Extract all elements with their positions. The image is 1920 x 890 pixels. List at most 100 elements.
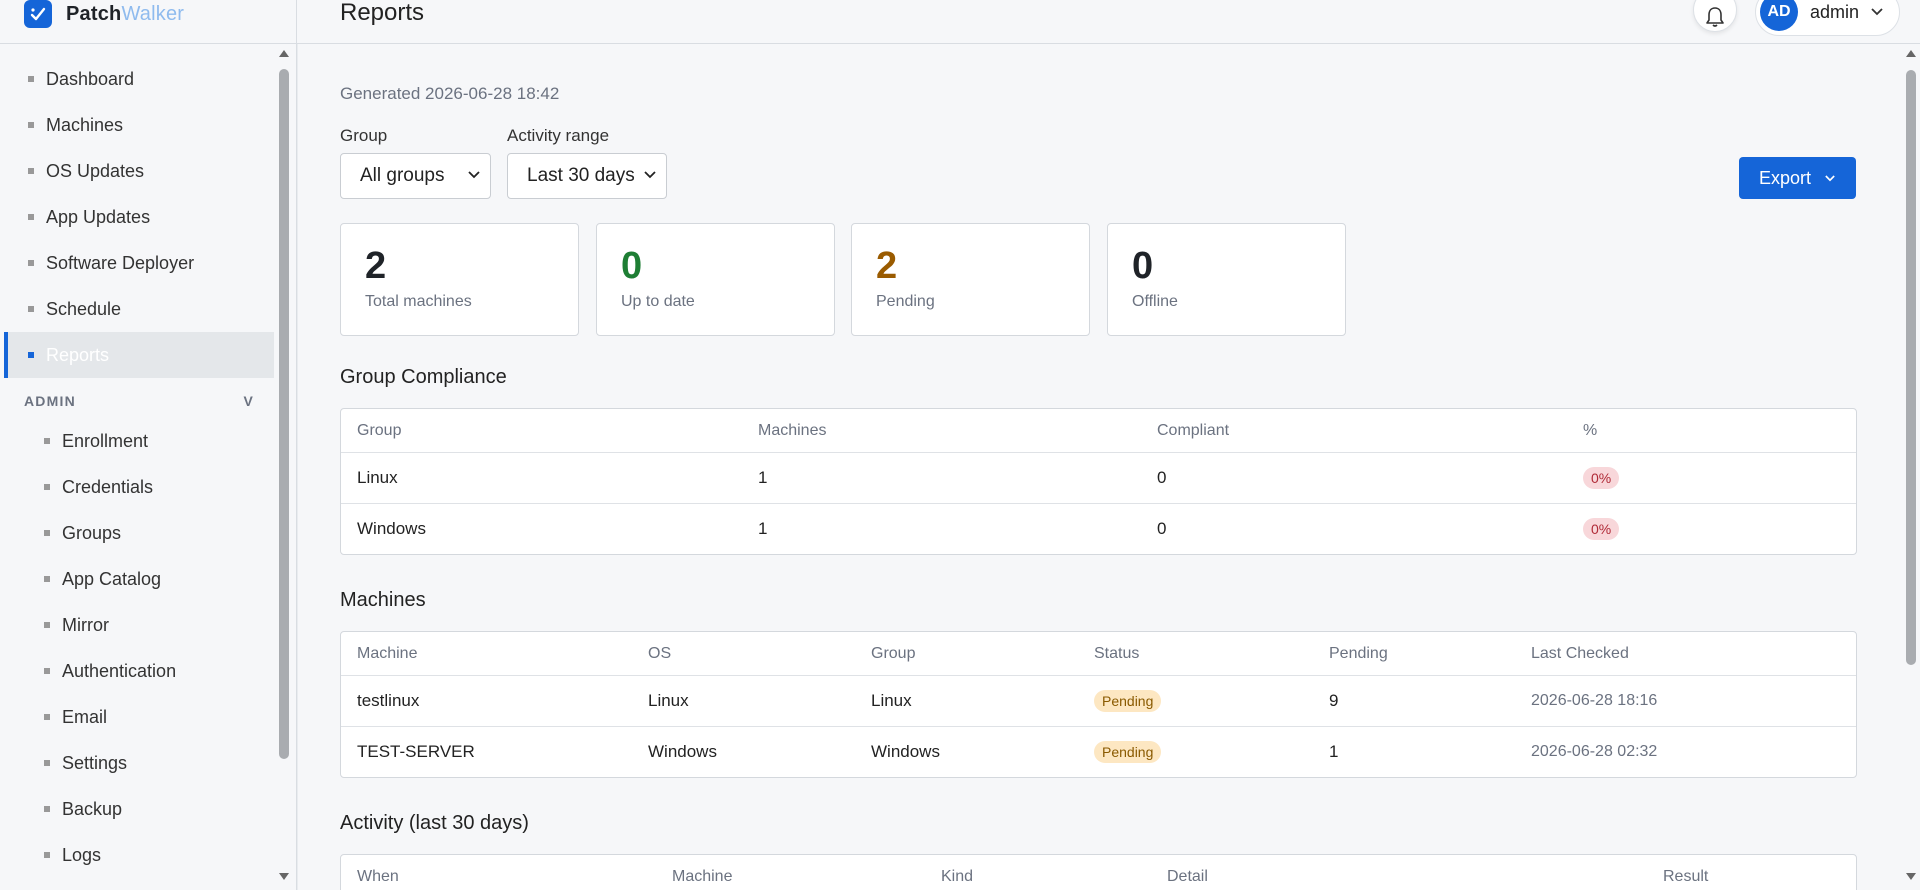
scroll-up-arrow-icon[interactable]	[279, 50, 289, 57]
stat-label: Up to date	[621, 293, 695, 310]
column-header[interactable]: Kind	[941, 855, 973, 890]
brand[interactable]: PatchWalker	[0, 0, 297, 44]
percent-cell: 0%	[1583, 453, 1620, 503]
admin-section-label: ADMIN	[24, 393, 76, 409]
column-header[interactable]: Last Checked	[1531, 632, 1629, 675]
sidebar-item-label: Mirror	[62, 614, 109, 635]
sidebar-item-dashboard[interactable]: Dashboard	[4, 56, 274, 102]
sidebar-item-label: Reports	[46, 344, 110, 365]
sidebar-item-schedule[interactable]: Schedule	[4, 286, 274, 332]
column-header[interactable]: Group	[871, 632, 915, 675]
column-header[interactable]: Machine	[357, 632, 417, 675]
sidebar: Dashboard Machines OS Updates App Update…	[0, 44, 297, 890]
sidebar-scrollbar[interactable]	[276, 44, 292, 890]
status-badge: Pending	[1094, 690, 1162, 712]
table-header-row: Machine OS Group Status Pending Last Che…	[341, 632, 1856, 675]
group-cell: Windows	[871, 742, 940, 761]
bullet-icon	[28, 122, 34, 128]
sidebar-item-email[interactable]: Email	[4, 694, 274, 740]
sidebar-item-label: App Updates	[46, 206, 151, 227]
patchwalker-logo-icon	[24, 0, 52, 28]
machine-name-link[interactable]: testlinux	[357, 676, 419, 726]
machines-cell: 1	[758, 468, 768, 487]
export-button-label: Export	[1759, 167, 1812, 188]
bullet-icon	[28, 306, 34, 312]
table-row[interactable]: testlinux Linux Linux Pending 9 2026-06-…	[341, 675, 1856, 726]
machine-name-link[interactable]: TEST-SERVER	[357, 727, 475, 777]
column-header[interactable]: Status	[1094, 632, 1139, 675]
table-header-row: Group Machines Compliant %	[341, 409, 1856, 452]
table-row[interactable]: Linux 1 0 0%	[341, 452, 1856, 503]
column-header[interactable]: Compliant	[1157, 409, 1229, 452]
column-header[interactable]: OS	[648, 632, 671, 675]
status-cell: Pending	[1094, 727, 1162, 777]
compliant-cell: 0	[1157, 468, 1167, 487]
stat-card-up-to-date: 0 Up to date	[596, 223, 835, 336]
bullet-icon	[28, 168, 34, 174]
column-header[interactable]: Result	[1663, 855, 1708, 890]
table-row[interactable]: TEST-SERVER Windows Windows Pending 1 20…	[341, 726, 1856, 777]
admin-section-header[interactable]: ADMIN V	[24, 393, 254, 409]
stat-label: Total machines	[365, 293, 472, 310]
sidebar-item-label: Dashboard	[46, 68, 135, 89]
sidebar-item-logs[interactable]: Logs	[4, 832, 274, 878]
os-cell: Linux	[648, 691, 689, 710]
activity-title: Activity (last 30 days)	[340, 812, 529, 834]
bullet-icon	[28, 76, 34, 82]
main-scrollbar-thumb[interactable]	[1906, 70, 1916, 665]
chevron-down-icon	[644, 171, 656, 179]
last-checked-cell: 2026-06-28 02:32	[1531, 743, 1658, 760]
brand-name-part2: Walker	[121, 2, 185, 25]
bullet-icon	[28, 352, 34, 358]
sidebar-item-reports[interactable]: Reports	[4, 332, 274, 378]
percent-cell: 0%	[1583, 504, 1620, 554]
sidebar-item-backup[interactable]: Backup	[4, 786, 274, 832]
column-header[interactable]: Detail	[1167, 855, 1208, 890]
table-row[interactable]: Windows 1 0 0%	[341, 503, 1856, 554]
sidebar-item-label: OS Updates	[46, 160, 145, 181]
status-cell: Pending	[1094, 676, 1162, 726]
sidebar-item-settings[interactable]: Settings	[4, 740, 274, 786]
sidebar-item-software-deployer[interactable]: Software Deployer	[4, 240, 274, 286]
sidebar-item-label: Groups	[62, 522, 122, 543]
user-name: admin	[1810, 1, 1860, 22]
sidebar-item-enrollment[interactable]: Enrollment	[4, 418, 274, 464]
sidebar-item-mirror[interactable]: Mirror	[4, 602, 274, 648]
sidebar-item-groups[interactable]: Groups	[4, 510, 274, 556]
sidebar-item-label: App Catalog	[62, 568, 162, 589]
scroll-down-arrow-icon[interactable]	[279, 873, 289, 880]
sidebar-item-label: Logs	[62, 844, 102, 865]
sidebar-item-machines[interactable]: Machines	[4, 102, 274, 148]
user-menu-button[interactable]: AD admin	[1755, 0, 1900, 36]
sidebar-item-os-updates[interactable]: OS Updates	[4, 148, 274, 194]
column-header[interactable]: Group	[357, 409, 401, 452]
sidebar-item-app-catalog[interactable]: App Catalog	[4, 556, 274, 602]
group-filter-label: Group	[340, 126, 388, 145]
export-button[interactable]: Export	[1739, 157, 1856, 199]
column-header[interactable]: Machines	[758, 409, 826, 452]
bullet-icon	[44, 714, 50, 720]
chevron-down-icon	[1871, 8, 1883, 16]
group-select[interactable]: All groups	[340, 153, 491, 199]
notifications-button[interactable]	[1693, 0, 1737, 32]
column-header[interactable]: Pending	[1329, 632, 1388, 675]
sidebar-scrollbar-thumb[interactable]	[279, 69, 289, 759]
sidebar-item-label: Backup	[62, 798, 123, 819]
group-cell: Windows	[357, 519, 426, 538]
machines-cell: 1	[758, 519, 768, 538]
activity-range-select[interactable]: Last 30 days	[507, 153, 667, 199]
machines-table: Machine OS Group Status Pending Last Che…	[340, 631, 1857, 778]
sidebar-item-authentication[interactable]: Authentication	[4, 648, 274, 694]
main-scrollbar[interactable]	[1902, 44, 1920, 890]
sidebar-item-app-updates[interactable]: App Updates	[4, 194, 274, 240]
column-header[interactable]: When	[357, 855, 399, 890]
column-header[interactable]: %	[1583, 409, 1597, 452]
compliant-cell: 0	[1157, 519, 1167, 538]
sidebar-item-credentials[interactable]: Credentials	[4, 464, 274, 510]
group-compliance-title: Group Compliance	[340, 366, 507, 388]
scroll-down-arrow-icon[interactable]	[1906, 873, 1916, 880]
column-header[interactable]: Machine	[672, 855, 732, 890]
brand-name-part1: Patch	[66, 2, 122, 25]
group-cell: Linux	[357, 468, 398, 487]
scroll-up-arrow-icon[interactable]	[1906, 50, 1916, 57]
